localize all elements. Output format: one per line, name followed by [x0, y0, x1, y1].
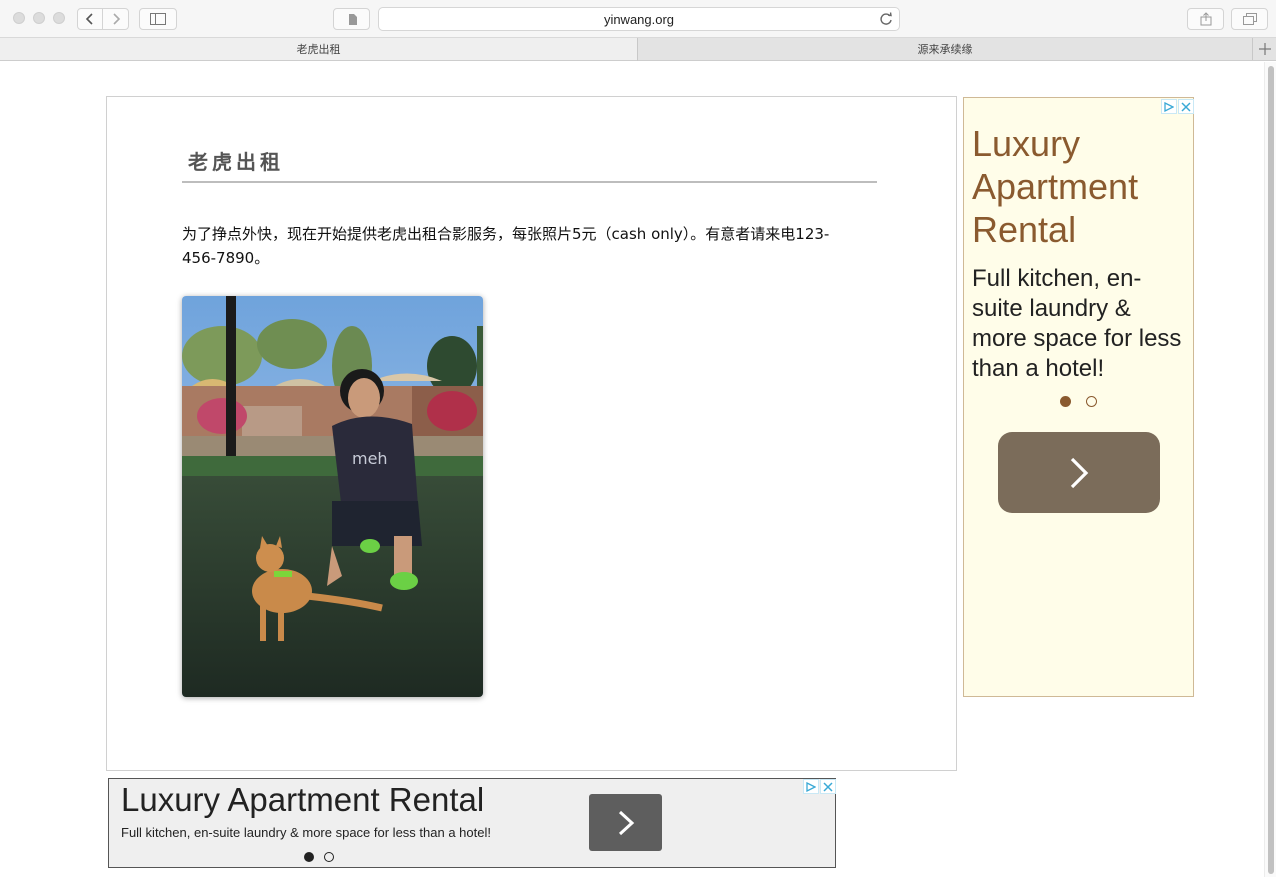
reload-icon[interactable] — [879, 12, 893, 26]
ad-close-button[interactable] — [820, 779, 836, 794]
share-icon — [1200, 12, 1211, 26]
tabs-overview-button[interactable] — [1231, 8, 1268, 30]
side-ad-next-button[interactable] — [998, 432, 1160, 513]
chevron-left-icon — [85, 13, 93, 25]
share-button[interactable] — [1187, 8, 1224, 30]
carousel-dot-active[interactable] — [1060, 396, 1071, 407]
photo-image: meh — [182, 296, 483, 697]
minimize-window-button[interactable] — [33, 12, 45, 24]
title-divider — [182, 181, 877, 183]
tab-label: 源来承续缘 — [917, 43, 973, 56]
evernote-icon — [348, 13, 357, 25]
scrollbar-thumb[interactable] — [1268, 66, 1274, 874]
chevron-right-icon — [112, 13, 120, 25]
tab-laohu-chuzu[interactable]: 老虎出租 — [0, 38, 637, 60]
tabs-icon — [1242, 13, 1257, 25]
side-ad-headline[interactable]: Luxury Apartment Rental — [972, 122, 1187, 251]
side-ad-banner[interactable]: Luxury Apartment Rental Full kitchen, en… — [963, 97, 1194, 697]
browser-toolbar: yinwang.org — [0, 0, 1276, 38]
new-tab-button[interactable] — [1252, 38, 1276, 60]
plus-icon — [1258, 43, 1271, 55]
adchoices-icon — [1164, 101, 1174, 112]
tab-label: 老虎出租 — [296, 43, 341, 56]
close-window-button[interactable] — [13, 12, 25, 24]
page-title: 老虎出租 — [188, 150, 284, 174]
article-paragraph: 为了挣点外快，现在开始提供老虎出租合影服务，每张照片5元（cash only）。… — [182, 225, 830, 267]
tab-bar: 老虎出租 源来承续缘 — [0, 38, 1276, 61]
adchoices-button[interactable] — [1161, 99, 1177, 114]
sidebar-toggle-button[interactable] — [139, 8, 177, 30]
page-scrollbar[interactable] — [1264, 62, 1276, 877]
close-icon — [1181, 101, 1191, 112]
sidebar-icon — [150, 13, 166, 25]
adchoices-icon — [806, 781, 816, 792]
photo-person-with-cat: meh — [182, 296, 483, 697]
url-text: yinwang.org — [603, 12, 675, 27]
evernote-extension-button[interactable] — [333, 8, 370, 30]
back-button[interactable] — [77, 8, 103, 30]
chevron-right-icon — [1070, 457, 1089, 488]
carousel-dot[interactable] — [1086, 396, 1097, 407]
bottom-ad-body: Full kitchen, en-suite laundry & more sp… — [121, 825, 491, 840]
bottom-ad-banner[interactable]: Luxury Apartment Rental Full kitchen, en… — [108, 778, 836, 868]
side-ad-body: Full kitchen, en-suite laundry & more sp… — [972, 265, 1182, 382]
tab-yuanlai-chengxu[interactable]: 源来承续缘 — [638, 38, 1252, 60]
zoom-window-button[interactable] — [53, 12, 65, 24]
bottom-ad-headline[interactable]: Luxury Apartment Rental — [121, 780, 484, 820]
svg-text:meh: meh — [352, 449, 388, 468]
adchoices-button[interactable] — [803, 779, 819, 794]
address-bar[interactable]: yinwang.org — [378, 7, 900, 31]
chevron-right-icon — [618, 810, 634, 835]
carousel-dot-active[interactable] — [304, 852, 314, 862]
forward-button[interactable] — [103, 8, 129, 30]
bottom-ad-next-button[interactable] — [589, 794, 662, 851]
carousel-dot[interactable] — [324, 852, 334, 862]
close-icon — [823, 781, 833, 792]
ad-close-button[interactable] — [1178, 99, 1194, 114]
